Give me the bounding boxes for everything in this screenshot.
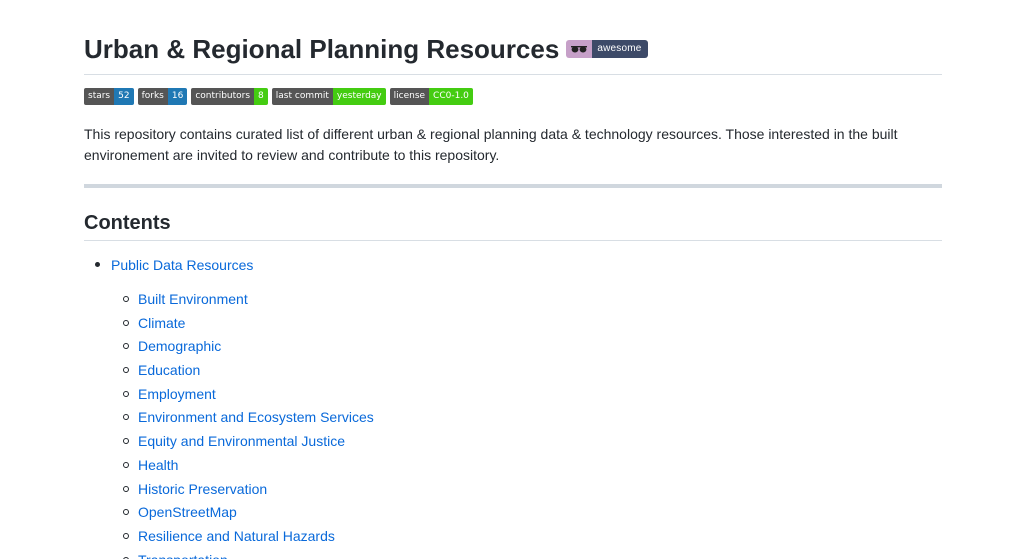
bullet-circle-icon <box>123 461 129 468</box>
badge-license[interactable]: license CC0-1.0 <box>389 88 473 105</box>
toc-sublink[interactable]: Education <box>138 362 200 378</box>
badge-key: forks <box>137 88 168 105</box>
toc-subitem: OpenStreetMap <box>111 502 374 526</box>
toc-subitem: Demographic <box>111 336 374 360</box>
badge-key: stars <box>84 88 115 105</box>
badge-value: yesterday <box>332 88 386 105</box>
toc-subitem: Equity and Environmental Justice <box>111 431 374 455</box>
bullet-circle-icon <box>123 319 129 326</box>
toc-sublink[interactable]: Built Environment <box>138 291 248 307</box>
toc-subitem: Health <box>111 455 374 479</box>
page-title-text: Urban & Regional Planning Resources <box>84 34 560 64</box>
toc-sublink[interactable]: Demographic <box>138 338 221 354</box>
bullet-circle-icon <box>123 343 129 350</box>
badge-key: contributors <box>191 88 255 105</box>
badge-value: 8 <box>254 88 268 105</box>
badge-row: stars 52 forks 16 contributors 8 last commit ye… <box>84 88 473 105</box>
toc-subitem: Employment <box>111 384 374 408</box>
toc-sublink[interactable]: Transportation <box>138 552 228 559</box>
bullet-circle-icon <box>123 414 129 421</box>
badge-value: CC0-1.0 <box>429 88 473 105</box>
contents-divider <box>84 240 942 241</box>
toc-subitem: Built Environment <box>111 289 374 313</box>
toc-sublink[interactable]: Environment and Ecosystem Services <box>138 409 374 425</box>
table-of-contents: Public Data Resources Built Environment Cl… <box>84 255 374 559</box>
toc-sublink[interactable]: Employment <box>138 386 216 402</box>
toc-sublink[interactable]: Health <box>138 457 178 473</box>
title-divider <box>84 74 942 75</box>
contents-heading: Contents <box>84 212 171 234</box>
awesome-badge[interactable]: awesome <box>566 40 648 58</box>
badge-value: 52 <box>114 88 134 105</box>
toc-subitem: Environment and Ecosystem Services <box>111 407 374 431</box>
badge-forks[interactable]: forks 16 <box>137 88 188 105</box>
bullet-circle-icon <box>123 390 129 397</box>
toc-subitem: Transportation <box>111 550 374 559</box>
badge-key: license <box>389 88 430 105</box>
toc-subitem: Climate <box>111 313 374 337</box>
repo-description: This repository contains curated list of… <box>84 126 898 163</box>
sunglasses-icon <box>566 40 593 58</box>
bullet-disc-icon <box>95 262 100 267</box>
bullet-circle-icon <box>123 532 129 539</box>
toc-subitem: Education <box>111 360 374 384</box>
toc-sublink[interactable]: Equity and Environmental Justice <box>138 433 345 449</box>
awesome-badge-label: awesome <box>592 40 648 58</box>
badge-stars[interactable]: stars 52 <box>84 88 134 105</box>
toc-link[interactable]: Public Data Resources <box>111 257 253 273</box>
toc-sublist: Built Environment Climate Demographic Educa… <box>111 289 374 559</box>
bullet-circle-icon <box>123 509 129 516</box>
bullet-circle-icon <box>123 485 129 492</box>
section-divider <box>84 184 942 188</box>
toc-sublink[interactable]: OpenStreetMap <box>138 504 237 520</box>
badge-last-commit[interactable]: last commit yesterday <box>271 88 386 105</box>
badge-contributors[interactable]: contributors 8 <box>191 88 268 105</box>
bullet-circle-icon <box>123 438 129 445</box>
badge-value: 16 <box>167 88 188 105</box>
toc-sublink[interactable]: Resilience and Natural Hazards <box>138 528 335 544</box>
toc-subitem: Historic Preservation <box>111 479 374 503</box>
toc-sublink[interactable]: Climate <box>138 315 185 331</box>
badge-key: last commit <box>271 88 333 105</box>
bullet-circle-icon <box>123 367 129 374</box>
toc-sublink[interactable]: Historic Preservation <box>138 481 267 497</box>
readme-page: Urban & Regional Planning Resources awes… <box>0 0 1024 559</box>
toc-subitem: Resilience and Natural Hazards <box>111 526 374 550</box>
toc-item: Public Data Resources Built Environment Cl… <box>84 255 374 559</box>
page-title: Urban & Regional Planning Resources awes… <box>84 33 648 65</box>
bullet-circle-icon <box>123 296 129 302</box>
